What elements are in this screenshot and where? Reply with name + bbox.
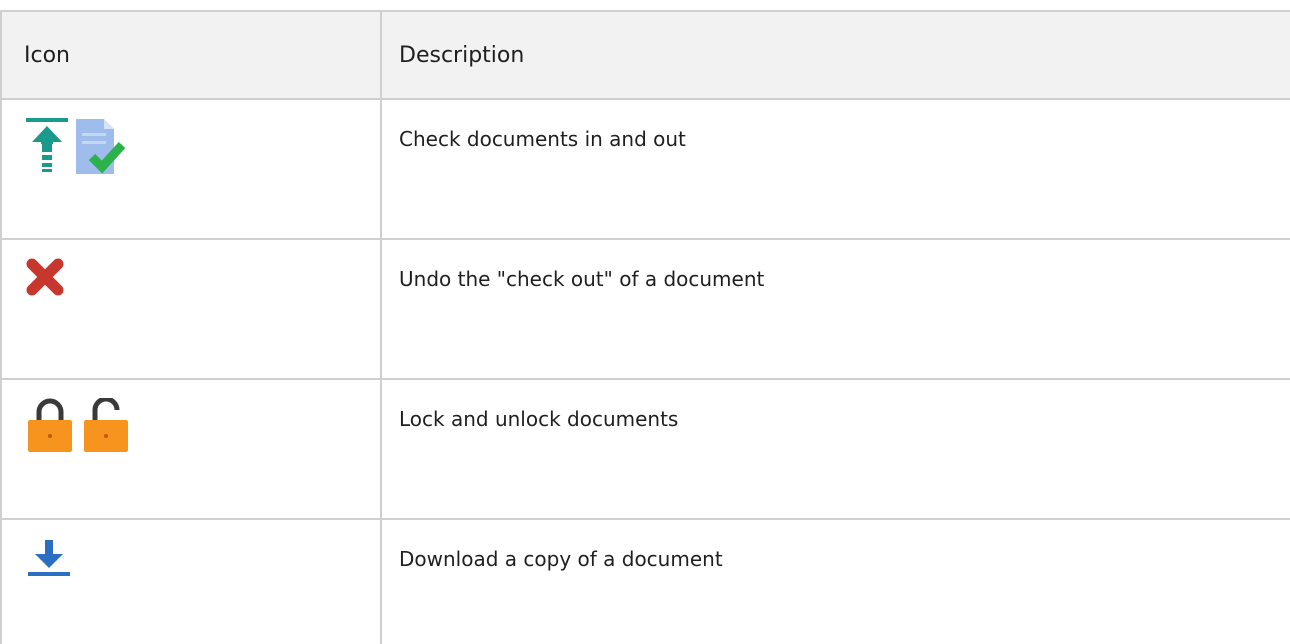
- description-cell: Download a copy of a document: [380, 518, 1290, 644]
- download-arrow-icon: [26, 538, 72, 578]
- table-row: Lock and unlock documents: [0, 378, 1290, 520]
- icon-cell: [0, 378, 381, 520]
- locked-padlock-icon: [26, 398, 74, 452]
- unlocked-padlock-icon: [82, 396, 130, 452]
- check-in-arrow-icon: [26, 118, 68, 174]
- table-header-row: Icon Description: [0, 10, 1290, 100]
- icon-cell: [0, 238, 381, 380]
- description-cell: Check documents in and out: [380, 98, 1290, 240]
- table-row: Check documents in and out: [0, 98, 1290, 240]
- red-x-icon: [26, 258, 64, 296]
- icon-description-table: Icon Description Check documents in and …: [0, 10, 1290, 644]
- table-row: Undo the "check out" of a document: [0, 238, 1290, 380]
- icon-cell: [0, 518, 381, 644]
- description-cell: Lock and unlock documents: [380, 378, 1290, 520]
- description-cell: Undo the "check out" of a document: [380, 238, 1290, 380]
- table-row: Download a copy of a document: [0, 518, 1290, 644]
- icon-cell: [0, 98, 381, 240]
- icon-column-header: Icon: [0, 10, 381, 100]
- checked-document-icon: [76, 119, 126, 174]
- description-column-header: Description: [380, 10, 1290, 100]
